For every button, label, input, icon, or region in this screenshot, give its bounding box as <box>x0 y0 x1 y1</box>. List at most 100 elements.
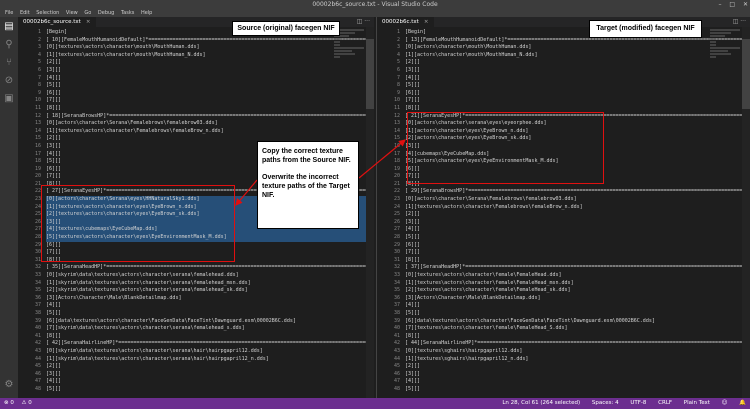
tab-source-file[interactable]: 00002b6c_source.txt × <box>18 17 97 27</box>
code-line[interactable]: [7][] <box>405 249 750 257</box>
code-line[interactable]: [3][] <box>405 67 750 75</box>
scrollbar-left[interactable] <box>366 27 374 398</box>
code-line[interactable]: [1][skyrim\data\textures\actors\characte… <box>46 280 374 288</box>
code-line[interactable]: [5][] <box>405 310 750 318</box>
code-line[interactable]: [3][] <box>405 219 750 227</box>
code-line[interactable]: [0][textures\sghairs\hairpgapril12.dds] <box>405 348 750 356</box>
code-line[interactable]: [2][] <box>405 59 750 67</box>
code-line[interactable]: [5][] <box>405 82 750 90</box>
code-line[interactable]: [4][] <box>405 302 750 310</box>
menu-view[interactable]: View <box>66 10 78 17</box>
code-line[interactable]: [5][] <box>46 386 374 394</box>
code-line[interactable]: [8][] <box>405 257 750 265</box>
code-line[interactable]: [ 10][FemaleMouthHumanoidDefault]*======… <box>46 37 374 45</box>
code-line[interactable]: [1][textures\sghairs\hairpgapril12_n.dds… <box>405 356 750 364</box>
encoding[interactable]: UTF-8 <box>630 400 646 406</box>
close-tab-icon[interactable]: × <box>424 19 429 25</box>
code-line[interactable]: [ 44][SeranaHairlineHP]*================… <box>405 340 750 348</box>
extensions-icon[interactable]: ▣ <box>3 93 15 105</box>
code-line[interactable]: [0][actors\character\Serana\Femalebrows\… <box>46 120 374 128</box>
code-line[interactable]: [2][] <box>405 211 750 219</box>
code-area-right[interactable]: 1 2 3 4 5 6 7 8 9 10 11 12 13 14 15 16 17 18 19 20 21 22 23 24 2… <box>377 29 750 397</box>
debug-icon[interactable]: ⊘ <box>3 75 15 87</box>
more-actions-icon[interactable]: ◫ ··· <box>733 17 746 27</box>
code-line[interactable]: [6][] <box>405 90 750 98</box>
source-control-icon[interactable]: ⑂ <box>3 57 15 69</box>
code-line[interactable]: [2][] <box>46 363 374 371</box>
menu-help[interactable]: Help <box>141 10 152 17</box>
cursor-position[interactable]: Ln 28, Col 61 (264 selected) <box>502 400 580 406</box>
code-line[interactable]: [6][data\textures\actors\character\FaceG… <box>46 318 374 326</box>
feedback-icon[interactable]: ☺ <box>722 400 728 406</box>
code-line[interactable]: [0][textures\actors\character\mouth\Mout… <box>46 44 374 52</box>
code-line[interactable]: [5][] <box>46 82 374 90</box>
code-line[interactable]: [4][] <box>46 378 374 386</box>
split-editor-icon[interactable]: ◫ ··· <box>357 17 370 27</box>
code-line[interactable]: [8][] <box>405 333 750 341</box>
files-icon[interactable]: ▤ <box>3 21 15 33</box>
indentation[interactable]: Spaces: 4 <box>592 400 619 406</box>
code-line[interactable]: [ 37][SeranaHeadHP]*====================… <box>405 264 750 272</box>
code-line[interactable]: [ 29][SeranaBrowsHP]*===================… <box>405 188 750 196</box>
code-line[interactable]: [1][textures\actors\character\Femalebrow… <box>405 204 750 212</box>
code-line[interactable]: [1][skyrim\data\textures\actors\characte… <box>46 356 374 364</box>
menu-debug[interactable]: Debug <box>98 10 114 17</box>
code-line[interactable]: [0][skyrim\data\textures\actors\characte… <box>46 348 374 356</box>
code-line[interactable]: [2][textures\actors\character\female\Fem… <box>405 287 750 295</box>
code-line[interactable]: [7][textures\actors\character\female\Fem… <box>405 325 750 333</box>
menu-file[interactable]: File <box>5 10 13 17</box>
code-line[interactable]: [8][] <box>46 333 374 341</box>
code-line[interactable]: [1][textures\actors\character\female\Fem… <box>405 280 750 288</box>
minimap-right[interactable] <box>710 29 740 179</box>
code-line[interactable]: [4][] <box>405 75 750 83</box>
code-line[interactable]: [0][skyrim\data\textures\actors\characte… <box>46 272 374 280</box>
menu-edit[interactable]: Edit <box>20 10 30 17</box>
code-lines[interactable]: [Begin][ 13][FemaleMouthHumanoidDefault]… <box>405 29 750 394</box>
code-line[interactable]: [7][skyrim\data\textures\actors\characte… <box>46 325 374 333</box>
code-line[interactable]: [3][Actors\Character\Male\BlankDetailmap… <box>46 295 374 303</box>
code-line[interactable]: [0][actors\character\mouth\MouthHuman.dd… <box>405 44 750 52</box>
code-line[interactable]: [1][actors\character\mouth\MouthHuman_N.… <box>405 52 750 60</box>
code-line[interactable]: [7][] <box>46 97 374 105</box>
code-line[interactable]: [6][data\textures\actors\character\FaceG… <box>405 318 750 326</box>
close-tab-icon[interactable]: × <box>86 19 91 25</box>
code-line[interactable]: [3][] <box>405 371 750 379</box>
code-line[interactable]: [1][textures\actors\character\Femalebrow… <box>46 128 374 136</box>
menu-tasks[interactable]: Tasks <box>121 10 134 17</box>
code-line[interactable]: [8][] <box>46 105 374 113</box>
search-icon[interactable]: ⚲ <box>3 39 15 51</box>
warnings-count[interactable]: ⚠ 0 <box>22 400 32 406</box>
notifications-icon[interactable]: 🔔 <box>739 400 746 406</box>
code-line[interactable]: [0][actors\character\Serana\Femalebrows\… <box>405 196 750 204</box>
code-line[interactable]: [6][] <box>405 242 750 250</box>
maximize-icon[interactable]: □ <box>729 1 735 8</box>
code-line[interactable]: [7][] <box>405 97 750 105</box>
code-line[interactable]: [6][] <box>46 90 374 98</box>
menu-selection[interactable]: Selection <box>36 10 59 17</box>
language-mode[interactable]: Plain Text <box>684 400 710 406</box>
minimize-icon[interactable]: – <box>718 1 721 8</box>
code-line[interactable]: [ 35][SeranaHeadHP]*====================… <box>46 264 374 272</box>
code-line[interactable]: [0][textures\actors\character\female\Fem… <box>405 272 750 280</box>
close-icon[interactable]: ✕ <box>743 1 748 8</box>
code-line[interactable]: [5][] <box>46 310 374 318</box>
code-line[interactable]: [4][] <box>46 302 374 310</box>
errors-count[interactable]: ⊗ 0 <box>4 400 14 406</box>
menu-go[interactable]: Go <box>84 10 91 17</box>
code-line[interactable]: [5][] <box>405 386 750 394</box>
code-line[interactable]: [4][] <box>405 378 750 386</box>
code-line[interactable]: [ 18][SeranaBrowsHP]*===================… <box>46 113 374 121</box>
code-line[interactable]: [1][textures\actors\character\mouth\Mout… <box>46 52 374 60</box>
code-line[interactable]: [4][] <box>405 226 750 234</box>
line-endings[interactable]: CRLF <box>658 400 672 406</box>
code-line[interactable]: [3][] <box>46 67 374 75</box>
code-line[interactable]: [2][skyrim\data\textures\actors\characte… <box>46 287 374 295</box>
tab-target-file[interactable]: 00002b6c.txt × <box>377 17 435 27</box>
code-line[interactable]: [3][] <box>46 371 374 379</box>
code-line[interactable]: [ 42][SeranaHairlineHP]*================… <box>46 340 374 348</box>
scrollbar-right[interactable] <box>742 27 750 398</box>
code-line[interactable]: [2][] <box>46 59 374 67</box>
code-line[interactable]: [5][] <box>405 234 750 242</box>
code-line[interactable]: [3][Actors\Character\Male\BlankDetailmap… <box>405 295 750 303</box>
code-line[interactable]: [2][] <box>405 363 750 371</box>
